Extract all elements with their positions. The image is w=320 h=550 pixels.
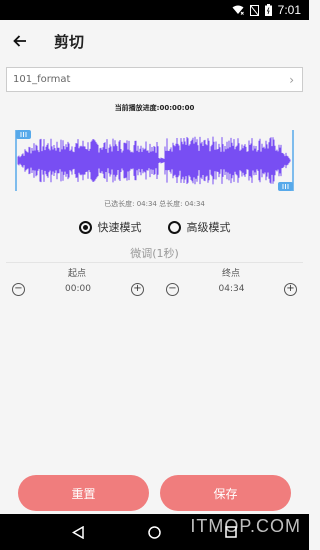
watermark: ITMOP.COM bbox=[190, 516, 301, 536]
status-time: 7:01 bbox=[277, 3, 301, 17]
start-row: − 00:00 + bbox=[12, 281, 144, 297]
end-plus-button[interactable]: + bbox=[284, 282, 297, 296]
save-button[interactable]: 保存 bbox=[160, 475, 291, 511]
nav-home-icon[interactable] bbox=[148, 525, 161, 539]
back-button[interactable] bbox=[0, 20, 40, 62]
waveform[interactable] bbox=[14, 128, 295, 193]
end-label: 终点 bbox=[222, 269, 241, 279]
divider bbox=[6, 262, 303, 263]
file-name: 101_format bbox=[13, 74, 71, 85]
waveform-bars bbox=[17, 136, 291, 185]
chevron-right-icon: › bbox=[289, 72, 294, 87]
radio-advanced[interactable] bbox=[167, 220, 181, 234]
mode-advanced-label: 高级模式 bbox=[186, 221, 231, 234]
mode-fast[interactable]: 快速模式 bbox=[78, 218, 142, 236]
battery-icon bbox=[264, 4, 272, 16]
selection-length: 已选长度: 04:34 总长度: 04:34 bbox=[104, 200, 205, 208]
no-sim-icon bbox=[249, 4, 259, 16]
app-bar: 剪切 bbox=[0, 20, 309, 62]
status-bar: 7:01 bbox=[0, 0, 309, 20]
file-selector[interactable]: 101_format › bbox=[6, 67, 303, 92]
fine-tune-title: 微调(1秒) bbox=[130, 247, 179, 260]
page-title: 剪切 bbox=[54, 32, 85, 51]
radio-fast[interactable] bbox=[78, 220, 92, 234]
mode-fast-label: 快速模式 bbox=[97, 221, 142, 234]
mode-advanced[interactable]: 高级模式 bbox=[167, 218, 231, 236]
playback-progress: 当前播放进度:00:00:00 bbox=[114, 104, 195, 112]
reset-button[interactable]: 重置 bbox=[18, 475, 149, 511]
start-plus-button[interactable]: + bbox=[131, 282, 144, 296]
left-handle[interactable] bbox=[16, 130, 31, 139]
arrow-left-icon bbox=[13, 35, 26, 47]
mode-selector: 快速模式 高级模式 bbox=[0, 218, 309, 236]
start-minus-button[interactable]: − bbox=[12, 282, 25, 296]
start-value: 00:00 bbox=[65, 284, 91, 294]
end-value: 04:34 bbox=[218, 284, 245, 294]
end-row: − 04:34 + bbox=[166, 281, 297, 297]
wifi-icon bbox=[232, 5, 244, 15]
nav-back-icon[interactable] bbox=[72, 525, 84, 539]
right-handle[interactable] bbox=[278, 182, 293, 191]
start-label: 起点 bbox=[68, 269, 87, 279]
end-minus-button[interactable]: − bbox=[166, 282, 179, 296]
